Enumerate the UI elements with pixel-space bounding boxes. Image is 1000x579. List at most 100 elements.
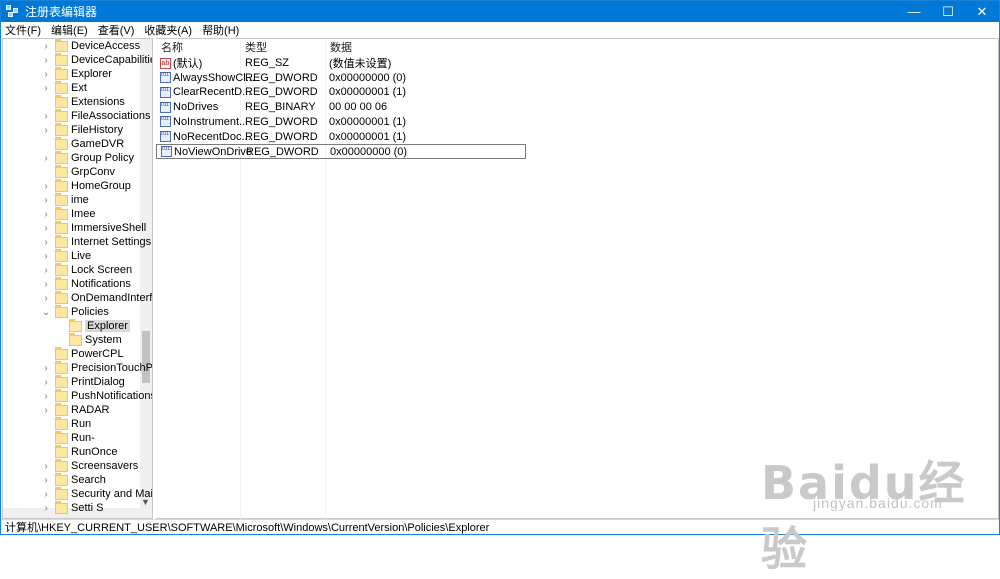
expand-chevron-icon[interactable]: › (41, 181, 51, 192)
registry-value-row[interactable]: NoRecentDoc...REG_DWORD 0x00000001 (1) (156, 130, 526, 144)
registry-value-row[interactable]: AlwaysShowCl...REG_DWORD 0x00000000 (0) (156, 71, 526, 85)
menu-view[interactable]: 查看(V) (98, 22, 135, 38)
registry-value-row[interactable]: NoViewOnDriveREG_DWORD 0x00000000 (0) (156, 144, 526, 160)
tree-item[interactable]: › Search (41, 472, 106, 487)
minimize-button[interactable]: — (897, 1, 931, 22)
expand-chevron-icon[interactable]: › (41, 111, 51, 122)
expand-chevron-icon[interactable]: › (41, 223, 51, 234)
tree-item[interactable]: › Explorer (41, 66, 112, 81)
registry-key-tree[interactable]: ▼ › DeviceAccess › DeviceCapabilities › Explo… (2, 38, 153, 519)
expand-chevron-icon[interactable]: › (41, 209, 51, 220)
column-header-name[interactable]: 名称 (161, 39, 183, 55)
binary-value-icon (160, 131, 171, 142)
menu-file[interactable]: 文件(F) (5, 22, 41, 38)
menu-favorites[interactable]: 收藏夹(A) (144, 22, 192, 38)
tree-item-label: Setti S (71, 502, 104, 514)
string-value-icon: ab (160, 57, 171, 69)
expand-chevron-icon[interactable]: › (41, 293, 51, 304)
tree-item[interactable]: › Notifications (41, 276, 131, 291)
expand-chevron-icon[interactable]: › (41, 251, 51, 262)
tree-item[interactable]: Explorer (55, 318, 130, 333)
tree-item[interactable]: › Ext (41, 80, 87, 95)
tree-item[interactable]: ⌄ Policies (41, 304, 109, 319)
expand-chevron-icon[interactable]: › (41, 265, 51, 276)
expand-chevron-icon[interactable]: › (41, 125, 51, 136)
tree-item[interactable]: › PrecisionTouchPa (41, 360, 152, 375)
tree-item[interactable]: › HomeGroup (41, 178, 131, 193)
expand-chevron-icon[interactable]: › (41, 69, 51, 80)
maximize-button[interactable]: ☐ (931, 1, 965, 22)
tree-item[interactable]: System (55, 332, 122, 347)
tree-item[interactable]: › Lock Screen (41, 262, 132, 277)
tree-item[interactable]: RunOnce (41, 444, 117, 459)
menu-bar: 文件(F) 编辑(E) 查看(V) 收藏夹(A) 帮助(H) (1, 22, 999, 37)
menu-help[interactable]: 帮助(H) (202, 22, 239, 38)
folder-icon (69, 318, 82, 332)
tree-item-label: FileHistory (71, 124, 123, 136)
close-button[interactable]: ✕ (965, 1, 999, 22)
key-path: 计算机\HKEY_CURRENT_USER\SOFTWARE\Microsoft… (5, 522, 490, 534)
tree-item[interactable]: GrpConv (41, 164, 116, 179)
tree-item[interactable]: › Setti S (41, 500, 104, 515)
tree-item[interactable]: Extensions (41, 94, 125, 109)
tree-item[interactable]: PowerCPL (41, 346, 124, 361)
registry-value-row[interactable]: NoInstrument...REG_DWORD 0x00000001 (1) (156, 115, 526, 129)
expand-chevron-icon[interactable]: › (41, 55, 51, 66)
tree-item[interactable]: › OnDemandInterfa (41, 290, 152, 305)
tree-item[interactable]: › ImmersiveShell (41, 220, 146, 235)
expand-chevron-icon[interactable]: › (41, 405, 51, 416)
tree-item[interactable]: › ime (41, 192, 89, 207)
tree-item[interactable]: Run (41, 416, 91, 431)
expand-chevron-icon[interactable]: › (41, 503, 51, 514)
folder-icon (55, 374, 68, 388)
expand-chevron-icon[interactable]: › (41, 377, 51, 388)
tree-item[interactable]: › Screensavers (41, 458, 138, 473)
expand-chevron-icon[interactable]: › (41, 391, 51, 402)
tree-item-label: Group Policy (71, 152, 134, 164)
folder-icon (55, 234, 68, 248)
value-name: AlwaysShowCl... (173, 71, 255, 84)
expand-chevron-icon[interactable]: › (41, 475, 51, 486)
tree-item[interactable]: › Group Policy (41, 150, 134, 165)
tree-item-label: Policies (71, 306, 109, 318)
tree-item[interactable]: › Live (41, 248, 91, 263)
column-header-type[interactable]: 类型 (245, 39, 267, 55)
tree-item[interactable]: › DeviceCapabilities (41, 52, 152, 67)
tree-scrollbar-thumb[interactable] (142, 331, 150, 383)
folder-icon (55, 304, 68, 318)
tree-item[interactable]: › PrintDialog (41, 374, 125, 389)
expand-chevron-icon[interactable]: ⌄ (41, 307, 51, 318)
tree-item[interactable]: › FileAssociations (41, 108, 150, 123)
regedit-app-icon (6, 4, 20, 19)
tree-item[interactable]: › Security and Mair (41, 486, 152, 501)
tree-item-label: GrpConv (71, 166, 116, 178)
expand-chevron-icon[interactable]: › (41, 195, 51, 206)
tree-item[interactable]: › DeviceAccess (41, 39, 140, 53)
expand-chevron-icon[interactable]: › (41, 489, 51, 500)
tree-item[interactable]: › PushNotifications (41, 388, 152, 403)
tree-item[interactable]: › Internet Settings (41, 234, 151, 249)
tree-item[interactable]: › FileHistory (41, 122, 123, 137)
menu-edit[interactable]: 编辑(E) (51, 22, 88, 38)
tree-item-label: Explorer (85, 320, 130, 332)
tree-item[interactable]: › RADAR (41, 402, 110, 417)
expand-chevron-icon[interactable]: › (41, 237, 51, 248)
expand-chevron-icon[interactable]: › (41, 153, 51, 164)
column-header-data[interactable]: 数据 (330, 39, 352, 55)
tree-item-label: Extensions (71, 96, 125, 108)
tree-item-label: Search (71, 474, 106, 486)
value-data: 0x00000001 (1) (329, 130, 407, 143)
tree-item[interactable]: › Imee (41, 206, 95, 221)
tree-item[interactable]: Run- (41, 430, 95, 445)
folder-icon (55, 94, 68, 108)
title-bar[interactable]: 注册表编辑器 — ☐ ✕ (1, 1, 999, 22)
registry-value-row[interactable]: NoDrives REG_BINARY 00 00 00 06 (156, 100, 526, 114)
registry-value-row[interactable]: ab (默认) REG_SZ (数值未设置) (156, 56, 526, 70)
registry-value-row[interactable]: ClearRecentD...REG_DWORD 0x00000001 (1) (156, 85, 526, 99)
expand-chevron-icon[interactable]: › (41, 83, 51, 94)
expand-chevron-icon[interactable]: › (41, 279, 51, 290)
expand-chevron-icon[interactable]: › (41, 41, 51, 52)
tree-item[interactable]: GameDVR (41, 136, 124, 151)
expand-chevron-icon[interactable]: › (41, 461, 51, 472)
expand-chevron-icon[interactable]: › (41, 363, 51, 374)
